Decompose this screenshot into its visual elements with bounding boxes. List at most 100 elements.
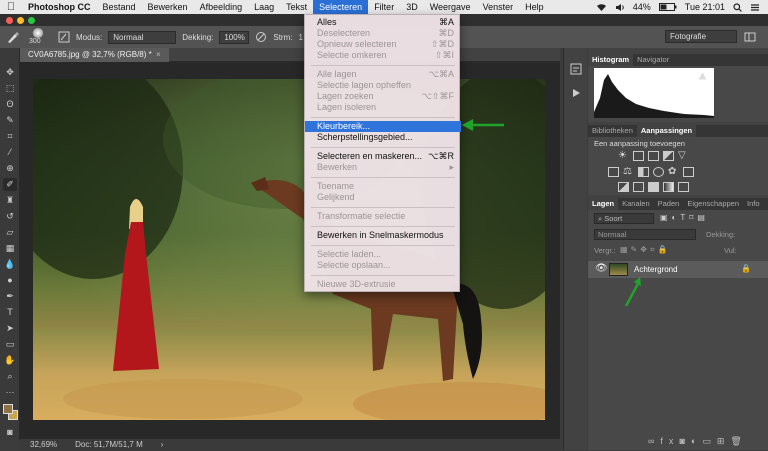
adjustment-colorlookup-icon[interactable] bbox=[683, 167, 694, 177]
link-layers-icon[interactable]: ∞ bbox=[648, 436, 660, 446]
move-tool[interactable]: ✥ bbox=[3, 66, 17, 79]
adjustment-bw-icon[interactable] bbox=[638, 167, 649, 177]
apple-icon[interactable]:  bbox=[0, 1, 22, 13]
brush-preset-picker[interactable]: 300 bbox=[26, 27, 52, 47]
menu-bewerken[interactable]: Bewerken bbox=[142, 0, 194, 14]
minimize-window-button[interactable] bbox=[17, 17, 24, 24]
shape-tool[interactable]: ▭ bbox=[3, 338, 17, 351]
menu-item-selectie-lagen-opheffen[interactable]: Selectie lagen opheffen bbox=[305, 80, 461, 91]
menu-item-selectie-opslaan[interactable]: Selectie opslaan... bbox=[305, 260, 461, 271]
adjustment-posterize-icon[interactable] bbox=[633, 182, 644, 192]
menu-item-opnieuw-selecteren[interactable]: Opnieuw selecteren ⇧⌘D bbox=[305, 39, 461, 50]
tab-properties[interactable]: Eigenschappen bbox=[683, 198, 743, 210]
zoom-level[interactable]: 32,69% bbox=[30, 439, 57, 450]
pressure-opacity-icon[interactable] bbox=[255, 31, 267, 43]
menu-item-selectie-laden[interactable]: Selectie laden... bbox=[305, 249, 461, 260]
menu-venster[interactable]: Venster bbox=[477, 0, 520, 14]
history-panel-icon[interactable] bbox=[570, 63, 582, 75]
workspace-icon[interactable] bbox=[744, 31, 756, 43]
marquee-tool[interactable]: ⬚ bbox=[3, 82, 17, 95]
fx-icon[interactable]: fx bbox=[660, 436, 679, 446]
mode-select[interactable]: Normaal bbox=[108, 30, 177, 44]
workspace-select[interactable]: Fotografie bbox=[665, 30, 737, 43]
type-tool[interactable]: T bbox=[3, 306, 17, 319]
menu-item-selectie-omkeren[interactable]: Selectie omkeren ⇧⌘I bbox=[305, 50, 461, 61]
brush-tool[interactable]: ✐ bbox=[3, 178, 17, 191]
opacity-field[interactable]: 100% bbox=[219, 30, 250, 44]
adjustment-curves-icon[interactable] bbox=[648, 151, 659, 161]
menu-item-gelijkend[interactable]: Gelijkend bbox=[305, 192, 461, 203]
path-select-tool[interactable]: ➤ bbox=[3, 322, 17, 335]
menu-item-scherpstellingsgebied[interactable]: Scherpstellingsgebied... bbox=[305, 132, 461, 143]
history-brush-tool[interactable]: ↺ bbox=[3, 210, 17, 223]
menu-selecteren[interactable]: Selecteren bbox=[313, 0, 369, 14]
quick-select-tool[interactable]: ✎ bbox=[3, 114, 17, 127]
tab-histogram[interactable]: Histogram bbox=[588, 54, 634, 66]
menu-app-name[interactable]: Photoshop CC bbox=[22, 0, 97, 14]
menu-item-deselecteren[interactable]: Deselecteren ⌘D bbox=[305, 28, 461, 39]
visibility-eye-icon[interactable]: 👁 bbox=[595, 263, 608, 274]
menu-help[interactable]: Help bbox=[519, 0, 550, 14]
adjustment-exposure-icon[interactable] bbox=[663, 151, 674, 161]
lock-icons[interactable]: ▦✎✥⌗🔒 bbox=[620, 245, 670, 255]
flow-value[interactable]: 1 bbox=[298, 33, 302, 42]
adjustment-invert-icon[interactable] bbox=[618, 182, 629, 192]
adjustment-photofilter-icon[interactable] bbox=[653, 167, 664, 177]
stamp-tool[interactable]: ♜ bbox=[3, 194, 17, 207]
play-action-icon[interactable] bbox=[571, 88, 581, 98]
clock[interactable]: Tue 21:01 bbox=[685, 2, 725, 12]
trash-icon[interactable]: 🗑 bbox=[730, 436, 747, 446]
pen-tool[interactable]: ✒ bbox=[3, 290, 17, 303]
quick-mask-button[interactable]: ◙ bbox=[3, 426, 17, 439]
layer-filter-field[interactable]: ⌕ Soort bbox=[594, 213, 654, 224]
battery-icon[interactable] bbox=[658, 3, 677, 11]
menu-item-alle-lagen[interactable]: Alle lagen ⌥⌘A bbox=[305, 69, 461, 80]
layer-row[interactable]: 👁 Achtergrond 🔒 bbox=[588, 261, 768, 278]
more-tools-button[interactable]: ··· bbox=[3, 386, 17, 399]
layer-name[interactable]: Achtergrond bbox=[634, 265, 678, 274]
menu-filter[interactable]: Filter bbox=[368, 0, 400, 14]
healing-tool[interactable]: ⊕ bbox=[3, 162, 17, 175]
menu-weergave[interactable]: Weergave bbox=[424, 0, 477, 14]
menu-afbeelding[interactable]: Afbeelding bbox=[194, 0, 249, 14]
menu-item-kleurbereik[interactable]: Kleurbereik... bbox=[305, 121, 461, 132]
layer-filter-icons[interactable]: ▣◐T⌑▤ bbox=[660, 213, 709, 222]
document-tab[interactable]: CV0A6785.jpg @ 32,7% (RGB/8) * × bbox=[20, 48, 169, 62]
blend-mode-select[interactable]: Normaal bbox=[594, 229, 696, 240]
adjustment-gradientmap-icon[interactable] bbox=[663, 182, 674, 192]
menu-item-transformatie-selectie[interactable]: Transformatie selectie bbox=[305, 211, 461, 222]
adjustment-selectivecolor-icon[interactable] bbox=[678, 182, 689, 192]
menu-item-alles[interactable]: Alles ⌘A bbox=[305, 17, 461, 28]
lasso-tool[interactable]: ʘ bbox=[3, 98, 17, 111]
adjustment-balance-icon[interactable]: ⚖ bbox=[623, 167, 634, 177]
menu-item-snelmaskermodus[interactable]: Bewerken in Snelmaskermodus bbox=[305, 230, 461, 241]
menu-item-toename[interactable]: Toename bbox=[305, 181, 461, 192]
adjustment-vibrance-icon[interactable]: ▽ bbox=[678, 151, 689, 161]
foreground-color-swatch[interactable] bbox=[3, 404, 13, 414]
wifi-icon[interactable] bbox=[596, 3, 607, 12]
tab-channels[interactable]: Kanalen bbox=[618, 198, 654, 210]
close-tab-icon[interactable]: × bbox=[156, 50, 161, 59]
eyedropper-tool[interactable]: ⁄ bbox=[3, 146, 17, 159]
menu-tekst[interactable]: Tekst bbox=[280, 0, 313, 14]
status-arrow-icon[interactable]: › bbox=[161, 439, 164, 450]
adjustment-threshold-icon[interactable] bbox=[648, 182, 659, 192]
menu-bestand[interactable]: Bestand bbox=[97, 0, 142, 14]
tab-info[interactable]: Info bbox=[743, 198, 764, 210]
volume-icon[interactable] bbox=[615, 3, 625, 12]
adjustment-levels-icon[interactable] bbox=[633, 151, 644, 161]
brush-panel-icon[interactable] bbox=[58, 31, 70, 43]
tab-libraries[interactable]: Bibliotheken bbox=[588, 125, 637, 137]
zoom-window-button[interactable] bbox=[28, 17, 35, 24]
zoom-tool[interactable]: ⌕ bbox=[3, 370, 17, 383]
search-icon[interactable] bbox=[733, 2, 742, 12]
tab-layers[interactable]: Lagen bbox=[588, 198, 619, 210]
adjustment-brightness-icon[interactable]: ☀ bbox=[618, 151, 629, 161]
menu-item-lagen-zoeken[interactable]: Lagen zoeken ⌥⇧⌘F bbox=[305, 91, 461, 102]
adjustment-layer-icon[interactable]: ◐ bbox=[691, 436, 702, 446]
tab-navigator[interactable]: Navigator bbox=[633, 54, 673, 66]
warning-icon[interactable] bbox=[698, 72, 707, 80]
menu-item-bewerken[interactable]: Bewerken ▸ bbox=[305, 162, 461, 173]
add-mask-icon[interactable]: ◙ bbox=[679, 436, 690, 446]
eraser-tool[interactable]: ▱ bbox=[3, 226, 17, 239]
